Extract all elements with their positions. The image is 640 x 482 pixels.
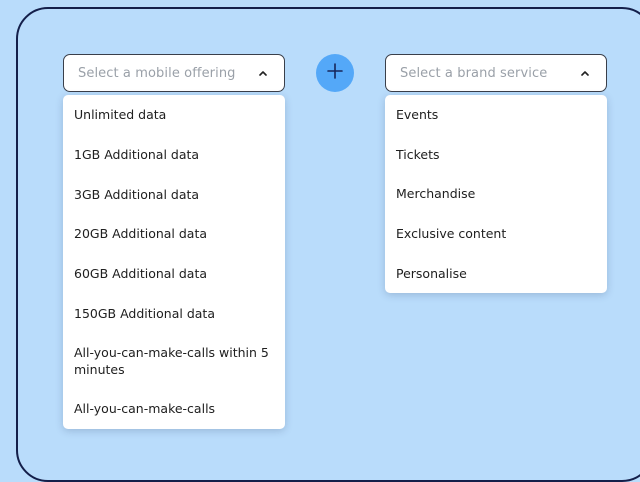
chevron-up-icon — [258, 68, 268, 78]
brand-service-placeholder: Select a brand service — [400, 65, 548, 81]
menu-item-3gb-data[interactable]: 3GB Additional data — [63, 174, 285, 214]
menu-item-60gb-data[interactable]: 60GB Additional data — [63, 254, 285, 294]
plus-icon — [326, 62, 344, 84]
menu-item-tickets[interactable]: Tickets — [385, 135, 607, 175]
menu-item-calls-5-minutes[interactable]: All-you-can-make-calls within 5 minutes — [63, 333, 285, 389]
mobile-offering-select[interactable]: Select a mobile offering — [63, 54, 285, 92]
menu-item-unlimited-data[interactable]: Unlimited data — [63, 95, 285, 135]
mobile-offering-menu: Unlimited data 1GB Additional data 3GB A… — [63, 95, 285, 429]
menu-item-all-calls[interactable]: All-you-can-make-calls — [63, 389, 285, 429]
menu-item-events[interactable]: Events — [385, 95, 607, 135]
menu-item-1gb-data[interactable]: 1GB Additional data — [63, 135, 285, 175]
brand-service-select[interactable]: Select a brand service — [385, 54, 607, 92]
mobile-offering-placeholder: Select a mobile offering — [78, 65, 236, 81]
menu-item-150gb-data[interactable]: 150GB Additional data — [63, 293, 285, 333]
menu-item-20gb-data[interactable]: 20GB Additional data — [63, 214, 285, 254]
add-button[interactable] — [316, 54, 354, 92]
brand-service-menu: Events Tickets Merchandise Exclusive con… — [385, 95, 607, 293]
menu-item-personalise[interactable]: Personalise — [385, 253, 607, 293]
chevron-up-icon — [580, 68, 590, 78]
menu-item-exclusive-content[interactable]: Exclusive content — [385, 214, 607, 254]
menu-item-merchandise[interactable]: Merchandise — [385, 174, 607, 214]
